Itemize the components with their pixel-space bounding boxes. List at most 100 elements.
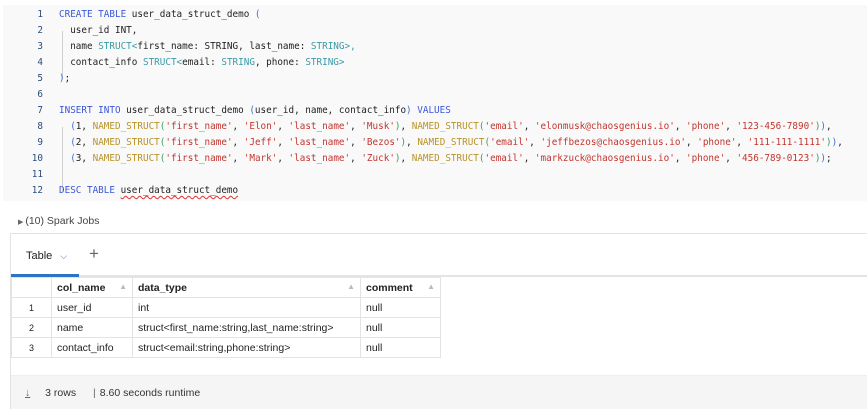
column-header[interactable]: comment ▲ (360, 277, 441, 298)
line-number: 1 (37, 9, 43, 20)
code-token: ; (64, 73, 71, 84)
code-token: , (400, 121, 412, 132)
table-cell[interactable]: null (360, 317, 441, 338)
code-line[interactable]: INSERT INTO user_data_struct_demo (user_… (59, 103, 451, 119)
code-token: 'email' (490, 137, 530, 148)
results-tabbar: Table ⌵ + (11, 234, 867, 277)
code-token: ( (59, 121, 76, 132)
code-line[interactable]: CREATE TABLE user_data_struct_demo ( (59, 7, 261, 23)
line-number: 5 (37, 73, 43, 84)
line-number: 12 (31, 185, 43, 196)
column-header[interactable]: data_type ▲ (132, 277, 361, 298)
code-line[interactable]: (3, NAMED_STRUCT('first_name', 'Mark', '… (59, 151, 832, 167)
code-token: 'last_name' (288, 153, 351, 164)
add-visualization-button[interactable]: + (89, 244, 99, 264)
code-token: , (837, 137, 843, 148)
row-number: 3 (11, 337, 52, 358)
table-cell[interactable]: null (360, 297, 441, 318)
code-token: 'email' (484, 153, 524, 164)
code-token: , (277, 153, 289, 164)
code-token: 3, (75, 153, 93, 164)
code-token: 'phone' (686, 121, 726, 132)
code-token: STRING (221, 57, 255, 68)
code-token: , (523, 153, 535, 164)
code-token: contact_info (59, 57, 143, 68)
code-line[interactable]: (2, NAMED_STRUCT('first_name', 'Jeff', '… (59, 135, 843, 151)
code-token: STRUCT< (98, 41, 138, 52)
code-token: 2, (75, 137, 93, 148)
sort-icon[interactable]: ▲ (427, 282, 435, 291)
code-line[interactable]: contact_info STRUCT<email: STRING, phone… (59, 55, 345, 71)
code-token: 'first_name' (165, 153, 233, 164)
code-token: INSERT INTO (59, 105, 127, 116)
code-token: NAMED_STRUCT (92, 153, 160, 164)
code-token: , (736, 137, 748, 148)
code-token: 'Jeff' (243, 137, 278, 148)
results-table: col_name ▲ data_type ▲ comment ▲ 1 user_id in… (11, 277, 441, 358)
code-token: , (529, 137, 541, 148)
spark-jobs-toggle[interactable]: ▶ (10) Spark Jobs (18, 215, 99, 227)
code-token: 'phone' (686, 153, 726, 164)
code-token: user_data_struct_demo (126, 105, 250, 116)
code-token: , (277, 121, 289, 132)
code-token: , (725, 153, 737, 164)
table-cell[interactable]: struct<email:string,phone:string> (132, 337, 361, 358)
code-token: 'phone' (697, 137, 737, 148)
code-token: , (674, 153, 687, 164)
line-number: 10 (31, 153, 43, 164)
column-header[interactable]: col_name ▲ (51, 277, 133, 298)
table-cell[interactable]: name (51, 317, 133, 338)
code-token: NAMED_STRUCT (411, 121, 479, 132)
tab-table[interactable]: Table ⌵ (11, 234, 79, 277)
download-icon[interactable]: ↓ (25, 387, 30, 399)
code-token: , (826, 121, 832, 132)
code-line[interactable]: (1, NAMED_STRUCT('first_name', 'Elon', '… (59, 119, 832, 135)
code-line[interactable]: user_id INT, (59, 23, 137, 39)
code-token: VALUES (411, 105, 451, 116)
runtime: 8.60 seconds runtime (99, 387, 201, 399)
code-token: user_data_struct_demo (120, 185, 239, 196)
code-token: email: (182, 57, 222, 68)
code-token: , last_name: (238, 41, 311, 52)
code-token: , (277, 137, 289, 148)
code-token: , (686, 137, 698, 148)
code-token: > (338, 57, 345, 68)
table-cell[interactable]: int (132, 297, 361, 318)
line-number: 3 (37, 41, 43, 52)
table-cell[interactable]: contact_info (51, 337, 133, 358)
table-cell[interactable]: user_id (51, 297, 133, 318)
code-token: 'last_name' (288, 137, 351, 148)
code-token: ( (254, 9, 261, 20)
code-line[interactable]: name STRUCT<first_name: STRING, last_nam… (59, 39, 356, 55)
code-token: name (59, 41, 99, 52)
code-token: first_name: (137, 41, 205, 52)
code-editor[interactable]: 1 CREATE TABLE user_data_struct_demo (2 u… (3, 5, 867, 201)
row-count: 3 rows (45, 387, 77, 399)
code-token: user_id, name, contact_info (254, 105, 407, 116)
code-token: , (406, 137, 418, 148)
line-number: 6 (37, 89, 43, 100)
code-token: , (350, 121, 362, 132)
results-panel: Table ⌵ + col_name ▲ data_type ▲ comment ▲ 1… (10, 233, 867, 409)
code-token: , phone: (254, 57, 306, 68)
code-token: ; (826, 153, 832, 164)
row-number-header (11, 277, 52, 298)
code-token: CREATE TABLE (59, 9, 132, 20)
code-line[interactable]: DESC TABLE user_data_struct_demo (59, 183, 238, 199)
code-token: '123-456-7890' (736, 121, 815, 132)
code-token: NAMED_STRUCT (411, 153, 479, 164)
line-number: 11 (31, 169, 43, 180)
chevron-down-icon[interactable]: ⌵ (60, 251, 67, 261)
sort-icon[interactable]: ▲ (347, 282, 355, 291)
table-cell[interactable]: struct<first_name:string,last_name:strin… (132, 317, 361, 338)
code-token: user_data_struct_demo (131, 9, 255, 20)
code-token: , (350, 137, 362, 148)
table-cell[interactable]: null (360, 337, 441, 358)
code-token: >, (344, 41, 356, 52)
code-token: 'Bezos' (361, 137, 401, 148)
code-token: DESC TABLE (59, 185, 121, 196)
code-line[interactable]: ); (59, 71, 70, 87)
sort-icon[interactable]: ▲ (119, 282, 127, 291)
code-token: STRING (204, 41, 239, 52)
code-token: NAMED_STRUCT (92, 137, 160, 148)
